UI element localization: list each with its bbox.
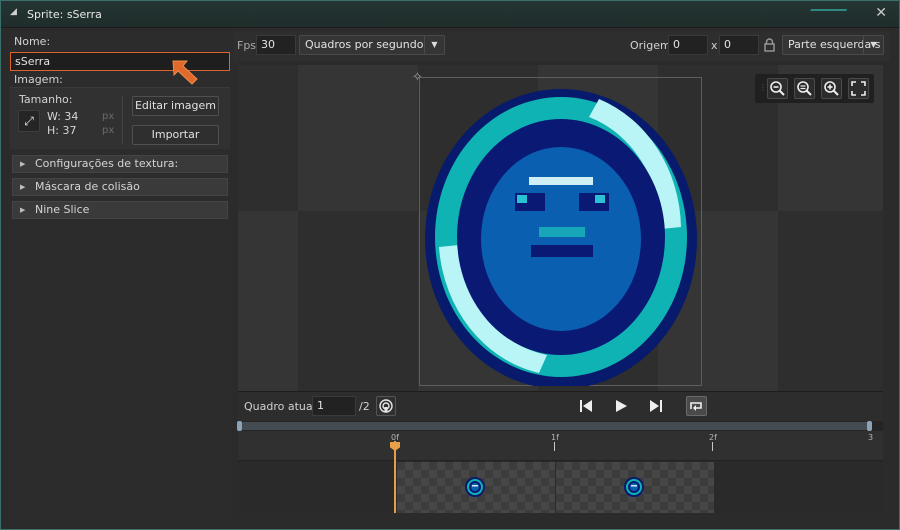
close-icon[interactable]: ✕ <box>875 5 887 21</box>
resize-icon[interactable]: ⤢ <box>18 110 40 132</box>
size-label: Tamanho: <box>19 93 73 106</box>
timeline-ruler[interactable] <box>238 431 883 461</box>
onion-skin-icon[interactable] <box>376 396 396 416</box>
frame-thumbnail[interactable] <box>556 462 714 513</box>
height-unit: px <box>102 125 115 136</box>
saw-sprite <box>425 89 697 386</box>
fullscreen-icon[interactable] <box>848 78 869 99</box>
section-texture-settings[interactable]: ▶ Configurações de textura: <box>12 155 228 173</box>
current-frame-label: Quadro atual: <box>244 400 320 413</box>
title-bar[interactable]: ◢ Sprite: sSerra ✕ <box>1 1 899 28</box>
section-label: Nine Slice <box>35 203 90 216</box>
section-label: Máscara de colisão <box>35 180 140 193</box>
section-nine-slice[interactable]: ▶ Nine Slice <box>12 201 228 219</box>
tick-mark <box>554 442 555 451</box>
loop-icon[interactable] <box>686 396 707 416</box>
window-title: Sprite: sSerra <box>27 8 102 21</box>
timeline-scrollbar[interactable] <box>240 422 870 430</box>
image-label: Imagem: <box>14 73 63 86</box>
origin-crosshair-icon[interactable]: ✧ <box>412 70 423 85</box>
collapse-icon[interactable]: ◢ <box>10 7 17 17</box>
chevron-down-icon: ▼ <box>863 36 883 54</box>
zoom-reset-icon[interactable] <box>794 78 815 99</box>
saw-thumbnail <box>465 477 485 497</box>
edit-image-button[interactable]: Editar imagem <box>132 96 219 116</box>
sprite-canvas[interactable] <box>238 65 883 391</box>
origin-label: Origem <box>630 39 671 52</box>
sprite-editor-window: ◢ Sprite: sSerra ✕ Nome: sSerra Imagem: … <box>0 0 900 530</box>
tick-label: 2f <box>709 433 717 442</box>
divider <box>122 96 123 144</box>
frame-thumbnail[interactable] <box>397 462 555 513</box>
fps-mode-value: Quadros por segundo <box>305 38 424 51</box>
tick-mark <box>712 442 713 451</box>
origin-preset-select[interactable]: Parte esquerda s ▼ <box>782 35 884 55</box>
height-value: H: 37 <box>47 124 77 137</box>
title-notch-decoration <box>810 1 852 11</box>
import-button[interactable]: Importar <box>132 125 219 145</box>
playhead[interactable] <box>394 441 396 513</box>
fps-input[interactable]: 30 <box>256 35 296 55</box>
section-collision-mask[interactable]: ▶ Máscara de colisão <box>12 178 228 196</box>
drag-handle-icon[interactable]: ⋮ <box>759 83 767 92</box>
expand-icon: ▶ <box>20 206 26 214</box>
pointer-arrow-icon <box>172 60 198 85</box>
origin-separator: x <box>711 39 718 52</box>
tick-label: 1f <box>551 433 559 442</box>
play-icon[interactable] <box>613 398 629 414</box>
expand-icon: ▶ <box>20 160 26 168</box>
frame-total: /2 <box>359 400 370 413</box>
zoom-toolbar: ⋮ <box>755 74 874 103</box>
width-unit: px <box>102 111 115 122</box>
range-start-handle[interactable] <box>237 421 242 431</box>
skip-back-icon[interactable] <box>578 398 594 414</box>
section-label: Configurações de textura: <box>35 157 179 170</box>
fps-label: Fps <box>237 39 257 52</box>
width-value: W: 34 <box>47 110 79 123</box>
lock-icon[interactable] <box>764 38 775 52</box>
fps-mode-select[interactable]: Quadros por segundo ▼ <box>299 35 445 55</box>
tick-label: 3 <box>868 433 874 442</box>
name-label: Nome: <box>14 35 51 48</box>
saw-thumbnail <box>624 477 644 497</box>
skip-forward-icon[interactable] <box>648 398 664 414</box>
expand-icon: ▶ <box>20 183 26 191</box>
origin-x-input[interactable]: 0 <box>668 35 708 55</box>
current-frame-input[interactable]: 1 <box>312 396 356 416</box>
origin-y-input[interactable]: 0 <box>719 35 759 55</box>
zoom-out-icon[interactable] <box>767 78 788 99</box>
zoom-in-icon[interactable] <box>821 78 842 99</box>
chevron-down-icon: ▼ <box>424 36 444 54</box>
range-end-handle[interactable] <box>867 421 872 431</box>
